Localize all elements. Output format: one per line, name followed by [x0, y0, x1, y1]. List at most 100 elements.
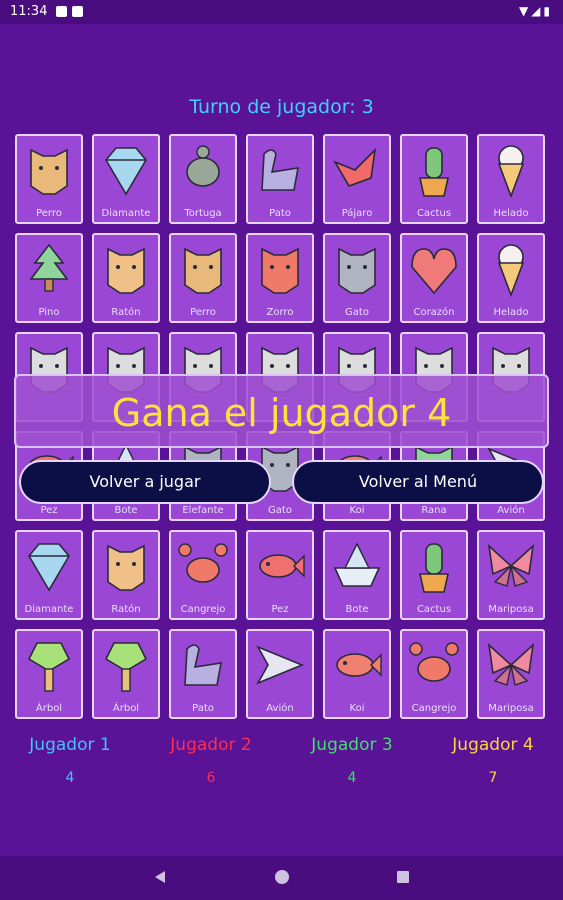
play-again-button[interactable]: Volver a jugar	[19, 460, 271, 504]
player-4-score: 7	[488, 770, 498, 786]
recents-icon[interactable]	[395, 869, 411, 885]
dog-icon	[30, 148, 68, 195]
mouse-icon	[107, 247, 145, 294]
card[interactable]: Cactus	[400, 134, 468, 224]
card[interactable]: Zorro	[246, 233, 314, 323]
card-label: Zorro	[266, 307, 294, 318]
turn-indicator: Turno de jugador: 3	[189, 96, 374, 118]
card[interactable]: Koi	[323, 629, 391, 719]
player-2-name: Jugador 2	[170, 735, 252, 755]
diamond-icon	[28, 543, 70, 592]
card-label: Cangrejo	[411, 703, 457, 714]
card[interactable]: Tortuga	[169, 134, 237, 224]
card[interactable]: Corazón	[400, 233, 468, 323]
card-label: Ratón	[111, 604, 141, 615]
card[interactable]: Pato	[169, 629, 237, 719]
card[interactable]: Bote	[323, 530, 391, 620]
card[interactable]: Pino	[15, 233, 83, 323]
card-label: Avión	[497, 505, 525, 516]
koi-icon	[336, 653, 382, 677]
card-label: Perro	[190, 307, 216, 318]
card[interactable]: Mariposa	[477, 530, 545, 620]
card-label: Helado	[493, 307, 529, 318]
cactus-icon	[419, 147, 449, 197]
card[interactable]: Cangrejo	[400, 629, 468, 719]
card[interactable]: Diamante	[15, 530, 83, 620]
card[interactable]: Pájaro	[323, 134, 391, 224]
card[interactable]: Mariposa	[477, 629, 545, 719]
player-1-score: 4	[65, 770, 75, 786]
navigation-bar	[0, 856, 563, 900]
card-label: Diamante	[24, 604, 74, 615]
card-label: Bote	[345, 604, 369, 615]
crab-icon	[409, 642, 459, 682]
player-3-score: 4	[347, 770, 357, 786]
card[interactable]: Helado	[477, 134, 545, 224]
card-label: Árbol	[35, 703, 63, 714]
card-label: Cangrejo	[180, 604, 226, 615]
crab-icon	[178, 543, 228, 583]
card[interactable]: Ratón	[92, 233, 160, 323]
card[interactable]: Pez	[246, 530, 314, 620]
card-label: Corazón	[413, 307, 455, 318]
fish-icon	[259, 554, 305, 578]
player-1-name: Jugador 1	[29, 735, 111, 755]
mouse-icon	[107, 544, 145, 591]
card[interactable]: Perro	[15, 134, 83, 224]
card-label: Pez	[271, 604, 289, 615]
paper-boat-icon	[333, 542, 381, 587]
paper-plane-icon	[256, 645, 305, 685]
cactus-icon	[419, 543, 449, 593]
card[interactable]: Ratón	[92, 530, 160, 620]
winner-banner: Gana el jugador 4	[14, 374, 549, 448]
butterfly-icon	[487, 642, 535, 686]
cat-icon	[338, 247, 376, 294]
card-label: Pez	[40, 505, 58, 516]
card[interactable]: Cangrejo	[169, 530, 237, 620]
card[interactable]: Diamante	[92, 134, 160, 224]
card-label: Perro	[36, 208, 62, 219]
card[interactable]: Gato	[323, 233, 391, 323]
ice-cream-icon	[497, 145, 525, 199]
bird-icon	[333, 147, 377, 187]
swan-icon	[184, 644, 222, 686]
player-4-name: Jugador 4	[452, 735, 534, 755]
sd-card-icon	[72, 6, 83, 17]
butterfly-icon	[487, 543, 535, 587]
card-label: Mariposa	[488, 604, 534, 615]
card-label: Pájaro	[341, 208, 373, 219]
back-to-menu-button[interactable]: Volver al Menú	[292, 460, 544, 504]
card[interactable]: Cactus	[400, 530, 468, 620]
card[interactable]: Árbol	[92, 629, 160, 719]
card[interactable]: Helado	[477, 233, 545, 323]
notification-icon	[56, 6, 67, 17]
card[interactable]: Avión	[246, 629, 314, 719]
card-label: Bote	[114, 505, 138, 516]
card-label: Gato	[268, 505, 292, 516]
card-label: Helado	[493, 208, 529, 219]
card-label: Árbol	[112, 703, 140, 714]
card-label: Pato	[192, 703, 214, 714]
status-bar: 11:34 ▼◢▮	[0, 0, 563, 24]
winner-text: Gana el jugador 4	[111, 391, 452, 435]
card-label: Pino	[38, 307, 60, 318]
card-label: Tortuga	[184, 208, 222, 219]
card[interactable]: Perro	[169, 233, 237, 323]
card-label: Diamante	[101, 208, 151, 219]
status-icons: ▼◢▮	[518, 4, 553, 18]
heart-icon	[411, 248, 457, 295]
pine-tree-icon	[29, 243, 69, 292]
back-icon[interactable]	[152, 869, 168, 885]
card[interactable]: Árbol	[15, 629, 83, 719]
home-icon[interactable]	[274, 869, 290, 885]
card-label: Pato	[269, 208, 291, 219]
card-label: Cactus	[416, 208, 452, 219]
card-label: Avión	[266, 703, 294, 714]
tree-icon	[27, 642, 71, 692]
card-label: Koi	[349, 505, 365, 516]
card[interactable]: Pato	[246, 134, 314, 224]
card-label: Koi	[349, 703, 365, 714]
player-3-name: Jugador 3	[311, 735, 393, 755]
status-time: 11:34	[10, 4, 48, 19]
card-label: Rana	[421, 505, 447, 516]
